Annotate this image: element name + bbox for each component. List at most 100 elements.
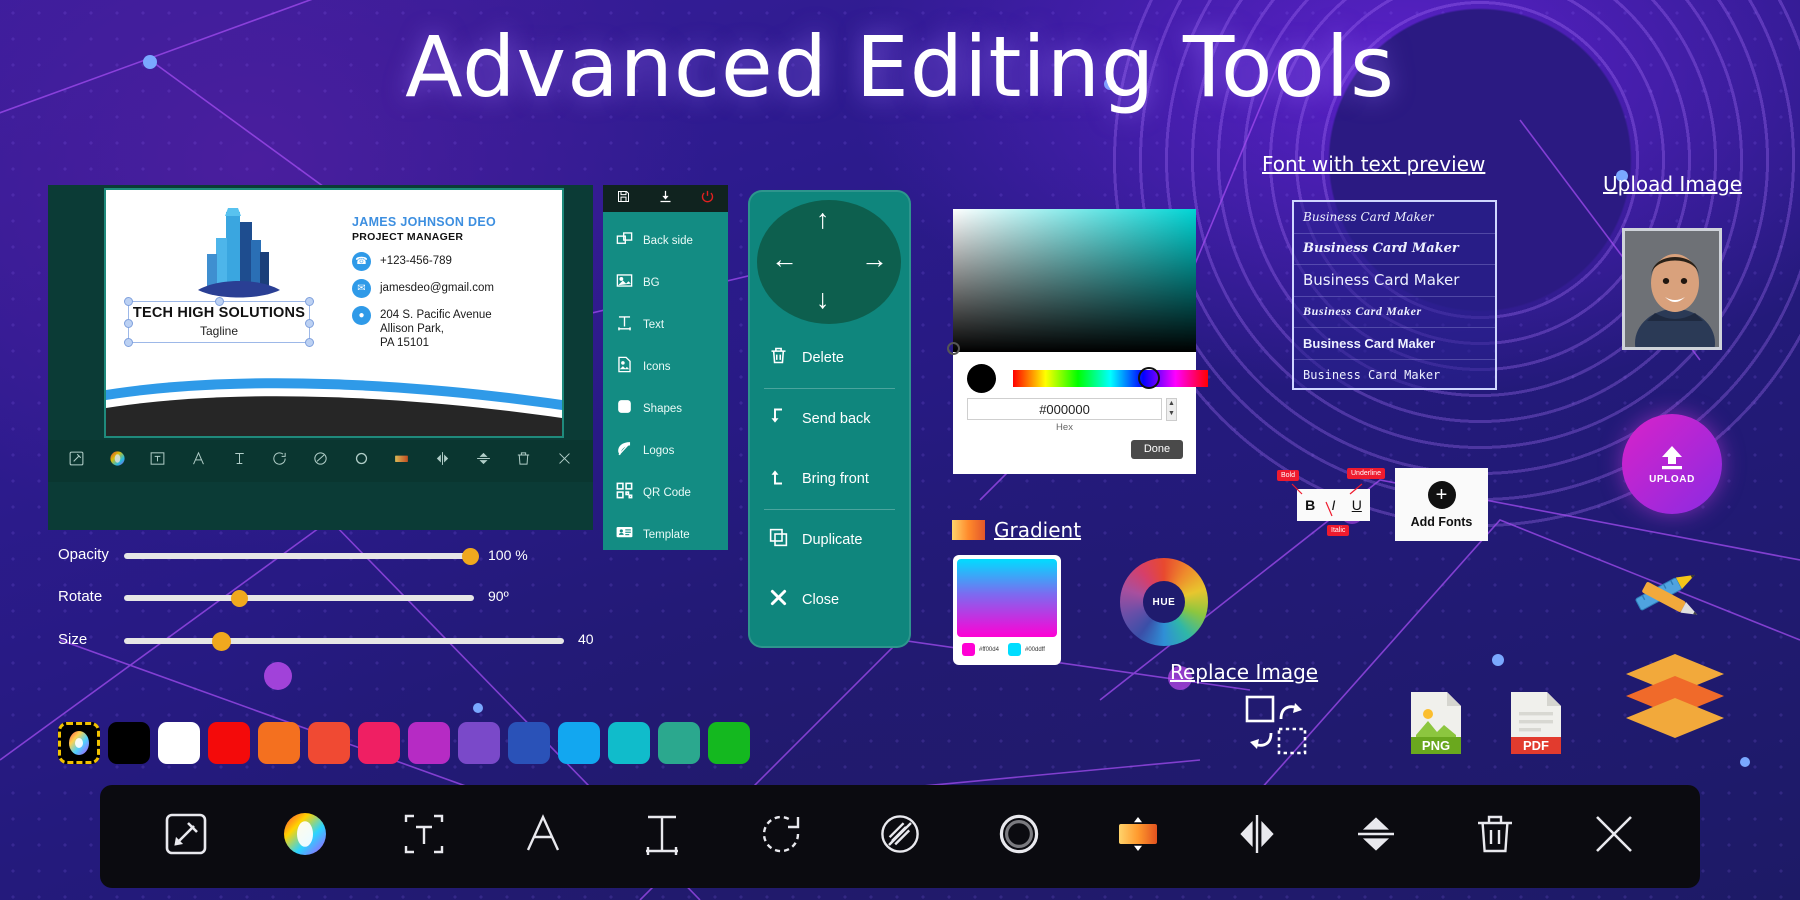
bottom-toolbar[interactable] <box>100 785 1700 888</box>
eraser-icon[interactable] <box>312 450 329 472</box>
close-icon[interactable] <box>556 450 573 472</box>
move-up-arrow[interactable]: ↑ <box>816 206 830 233</box>
swatch-magenta[interactable] <box>408 722 450 764</box>
size-slider-track[interactable] <box>124 638 564 644</box>
circle-icon[interactable] <box>353 450 370 472</box>
opacity-slider-thumb[interactable] <box>462 548 479 565</box>
font-icon[interactable] <box>519 810 567 863</box>
color-picker-panel[interactable]: #000000 ▲ ▼ Hex Done <box>947 209 1208 474</box>
card-phone-row[interactable]: ☎ +123-456-789 <box>352 252 452 271</box>
editor-mini-toolbar[interactable] <box>48 440 593 482</box>
font-preview-list[interactable]: Business Card Maker Business Card Maker … <box>1292 200 1497 390</box>
edit-icon[interactable] <box>68 450 85 472</box>
sidebar-item-shapes[interactable]: Shapes <box>603 388 728 430</box>
font-option[interactable]: Business Card Maker <box>1294 202 1495 234</box>
saturation-cursor[interactable] <box>947 342 960 355</box>
gradient-preview-card[interactable]: #ff00d4 #00ddff <box>953 555 1061 665</box>
hue-slider[interactable] <box>1013 370 1208 387</box>
custom-color-picker-swatch[interactable] <box>58 722 100 764</box>
rotate-icon[interactable] <box>271 450 288 472</box>
bring-front-button[interactable]: Bring front <box>748 449 911 509</box>
swatch-red[interactable] <box>208 722 250 764</box>
rotate-slider-thumb[interactable] <box>231 590 248 607</box>
png-export-button[interactable] <box>1408 690 1464 756</box>
font-option[interactable]: Business Card Maker <box>1294 265 1495 297</box>
resize-handle[interactable] <box>124 338 133 347</box>
hex-stepper[interactable]: ▲ ▼ <box>1166 398 1177 421</box>
done-button[interactable]: Done <box>1131 440 1183 459</box>
delete-object-button[interactable]: Delete <box>748 328 911 388</box>
delete-icon[interactable] <box>515 450 532 472</box>
sidebar-item-back-side[interactable]: Back side <box>603 220 728 262</box>
swatch-blue[interactable] <box>558 722 600 764</box>
card-company-name[interactable]: TECH HIGH SOLUTIONS <box>131 305 307 321</box>
swatch-green[interactable] <box>708 722 750 764</box>
sidebar-item-icons[interactable]: Icons <box>603 346 728 388</box>
power-icon[interactable] <box>700 189 715 209</box>
swatch-orange[interactable] <box>258 722 300 764</box>
card-person-role[interactable]: PROJECT MANAGER <box>352 231 463 243</box>
card-person-name[interactable]: JAMES JOHNSON DEO <box>352 215 496 229</box>
add-fonts-button[interactable]: + Add Fonts <box>1395 468 1488 541</box>
text-spacing-icon[interactable] <box>231 450 248 472</box>
swatch-tomato[interactable] <box>308 722 350 764</box>
text-box-icon[interactable] <box>149 450 166 472</box>
swatch-black[interactable] <box>108 722 150 764</box>
move-dpad[interactable]: ↑ ↓ ← → <box>757 200 901 324</box>
replace-image-icon[interactable] <box>1245 695 1307 757</box>
upload-button[interactable]: UPLOAD <box>1622 414 1722 514</box>
move-left-arrow[interactable]: ← <box>771 246 798 273</box>
color-wheel-icon[interactable] <box>109 450 126 472</box>
sliders-group[interactable]: Opacity 100 % Rotate 90º Size 40 <box>48 542 668 652</box>
opacity-slider-track[interactable] <box>124 553 474 559</box>
delete-icon[interactable] <box>1471 810 1519 863</box>
size-slider-thumb[interactable] <box>212 632 231 651</box>
swatch-cyan[interactable] <box>608 722 650 764</box>
resize-handle[interactable] <box>305 338 314 347</box>
flip-horizontal-icon[interactable] <box>1233 810 1281 863</box>
swatch-indigo[interactable] <box>508 722 550 764</box>
font-icon[interactable] <box>190 450 207 472</box>
editor-top-icons[interactable] <box>603 185 728 212</box>
move-down-arrow[interactable]: ↓ <box>816 286 830 313</box>
card-email-row[interactable]: ✉ jamesdeo@gmail.com <box>352 279 494 298</box>
sidebar-item-logos[interactable]: Logos <box>603 430 728 472</box>
card-tagline[interactable]: Tagline <box>131 324 307 338</box>
hue-slider-thumb[interactable] <box>1138 367 1160 389</box>
sidebar-item-bg[interactable]: BG <box>603 262 728 304</box>
circle-icon[interactable] <box>995 810 1043 863</box>
pdf-export-button[interactable] <box>1508 690 1564 756</box>
business-card-preview[interactable]: TECH HIGH SOLUTIONS Tagline JAMES JOHNSO… <box>104 188 564 438</box>
move-right-arrow[interactable]: → <box>861 246 888 273</box>
download-icon[interactable] <box>658 189 673 209</box>
swatch-pink[interactable] <box>358 722 400 764</box>
close-icon[interactable] <box>1590 810 1638 863</box>
rotate-icon[interactable] <box>757 810 805 863</box>
close-panel-button[interactable]: Close <box>748 570 911 630</box>
font-option[interactable]: Business Card Maker <box>1294 328 1495 360</box>
save-icon[interactable] <box>616 189 631 209</box>
color-wheel-icon[interactable] <box>281 810 329 863</box>
rotate-slider-track[interactable] <box>124 595 474 601</box>
gradient-icon[interactable] <box>1114 810 1162 863</box>
uploaded-photo-thumbnail[interactable] <box>1622 228 1722 350</box>
text-box-icon[interactable] <box>400 810 448 863</box>
flip-horizontal-icon[interactable] <box>434 450 451 472</box>
eraser-icon[interactable] <box>876 810 924 863</box>
gradient-stop-2[interactable]: #00ddff <box>1008 643 1045 656</box>
tools-sidebar[interactable]: Back side BG Text Icons Shapes Logos QR … <box>603 212 728 550</box>
hex-input[interactable]: #000000 <box>967 398 1162 420</box>
font-option[interactable]: Business Card Maker <box>1294 297 1495 328</box>
swatch-white[interactable] <box>158 722 200 764</box>
gradient-icon[interactable] <box>393 450 410 472</box>
font-option[interactable]: Business Card Maker <box>1294 360 1495 392</box>
saturation-value-area[interactable] <box>947 209 1196 355</box>
edit-icon[interactable] <box>162 810 210 863</box>
sidebar-item-text[interactable]: Text <box>603 304 728 346</box>
card-address-row[interactable]: ● 204 S. Pacific Avenue Allison Park, PA… <box>352 306 492 350</box>
color-swatch-row[interactable] <box>58 722 750 764</box>
font-option[interactable]: Business Card Maker <box>1294 234 1495 265</box>
flip-vertical-icon[interactable] <box>1352 810 1400 863</box>
swatch-teal[interactable] <box>658 722 700 764</box>
object-actions-panel[interactable]: ↑ ↓ ← → Delete Send back Bring front Dup… <box>748 190 911 648</box>
